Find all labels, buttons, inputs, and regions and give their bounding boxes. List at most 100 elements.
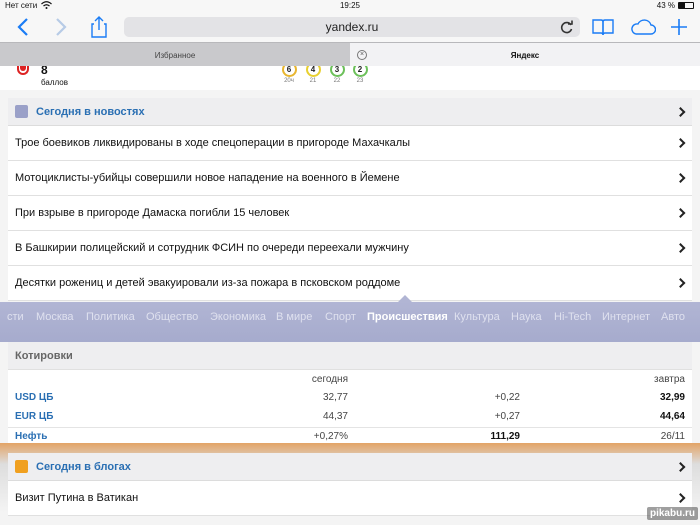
cloud-icon [631, 19, 656, 35]
rubric-tab[interactable]: Наука [511, 311, 542, 323]
forecast-slot: 3 22 [328, 66, 346, 84]
quote-today: 32,77 [322, 392, 348, 403]
close-icon[interactable]: × [357, 50, 367, 60]
quote-name[interactable]: EUR ЦБ [15, 411, 53, 422]
chevron-right-icon [675, 461, 686, 472]
forecast-hour: 22 [333, 78, 341, 84]
rubric-tab[interactable]: сти [7, 311, 24, 323]
share-button[interactable] [86, 15, 112, 39]
news-header-title[interactable]: Сегодня в новостях [36, 106, 145, 118]
forecast-hour: 21 [309, 78, 317, 84]
news-item[interactable]: При взрыве в пригороде Дамаска погибли 1… [8, 196, 692, 231]
rubric-tab[interactable]: Политика [86, 311, 135, 323]
rubric-tab[interactable]: Авто [661, 311, 685, 323]
news-item[interactable]: В Башкирии полицейский и сотрудник ФСИН … [8, 231, 692, 266]
rubric-tab[interactable]: Hi-Tech [554, 311, 591, 323]
address-bar[interactable]: yandex.ru [124, 17, 580, 37]
rubric-tab[interactable]: Культура [454, 311, 500, 323]
rubric-tab[interactable]: В мире [276, 311, 312, 323]
news-headline[interactable]: При взрыве в пригороде Дамаска погибли 1… [15, 207, 289, 219]
battery-fill [679, 3, 686, 8]
quote-today: +0,27% [313, 431, 348, 442]
tab-favorites[interactable]: Избранное [0, 43, 350, 67]
rubric-tab[interactable]: Общество [146, 311, 198, 323]
watermark: pikabu.ru [646, 507, 698, 520]
rubric-tab[interactable]: Экономика [210, 311, 266, 323]
new-tab-button[interactable] [666, 15, 692, 39]
news-icon [15, 105, 28, 118]
blog-icon [15, 460, 28, 473]
blogs-header-title[interactable]: Сегодня в блогах [36, 461, 131, 473]
quotes-column-headers: сегодня завтра [8, 371, 692, 389]
news-headline[interactable]: Мотоциклисты-убийцы совершили новое напа… [15, 172, 400, 184]
chevron-right-icon [675, 208, 686, 218]
rubric-pointer [397, 295, 413, 303]
rubric-tab[interactable]: Происшествия [367, 311, 448, 323]
forecast-hour: 20ч [284, 78, 294, 84]
chevron-right-icon [675, 173, 686, 183]
quote-tomorrow: 32,99 [659, 392, 685, 403]
chevron-right-icon [675, 243, 686, 253]
book-icon [592, 19, 614, 36]
forecast-value: 4 [305, 66, 321, 77]
quote-tomorrow: 26/11 [660, 431, 685, 442]
bookmarks-button[interactable] [590, 15, 616, 39]
column-tomorrow: завтра [654, 374, 685, 385]
news-item[interactable]: Десятки рожениц и детей эвакуировали из-… [8, 266, 692, 301]
quote-row[interactable]: USD ЦБ 32,77 +0,22 32,99 [8, 389, 692, 407]
traffic-score: 8 [41, 66, 48, 77]
back-button[interactable] [10, 15, 36, 39]
quote-name[interactable]: USD ЦБ [15, 392, 53, 403]
quote-tomorrow: 44,64 [659, 411, 685, 422]
chevron-right-icon [675, 138, 686, 148]
clock: 19:25 [339, 1, 361, 10]
url-text[interactable]: yandex.ru [124, 20, 580, 34]
news-headline[interactable]: В Башкирии полицейский и сотрудник ФСИН … [15, 242, 409, 254]
chevron-right-icon [675, 493, 686, 503]
forecast-value: 2 [352, 66, 368, 77]
quote-today: 44,37 [322, 411, 348, 422]
forward-button[interactable] [48, 15, 74, 39]
forecast-hour: 23 [356, 78, 364, 84]
news-headline[interactable]: Трое боевиков ликвидированы в ходе спецо… [15, 137, 410, 149]
traffic-score-label: баллов [41, 78, 68, 87]
battery-percent: 43 % [656, 1, 675, 10]
blog-headline[interactable]: Визит Путина в Ватикан [15, 492, 138, 504]
forecast-slot: 2 23 [351, 66, 369, 84]
browser-toolbar: yandex.ru [0, 12, 700, 42]
reload-icon[interactable] [560, 20, 574, 34]
blogs-header[interactable]: Сегодня в блогах [8, 453, 692, 481]
quote-name[interactable]: Нефть [15, 431, 47, 442]
rubric-tab[interactable]: Спорт [325, 311, 356, 323]
news-header[interactable]: Сегодня в новостях [8, 98, 692, 126]
chevron-right-icon [675, 278, 686, 288]
blogs-block: Сегодня в блогах Визит Путина в Ватикан [8, 453, 692, 516]
column-today: сегодня [311, 374, 348, 385]
tab-label: Яндекс [510, 50, 540, 60]
forecast-value: 6 [281, 66, 297, 77]
news-list: Трое боевиков ликвидированы в ходе спецо… [8, 126, 692, 301]
chevron-right-icon [56, 18, 67, 36]
blogs-list: Визит Путина в Ватикан [8, 481, 692, 516]
status-bar: Нет сети 19:25 43 % [0, 0, 700, 12]
icloud-tabs-button[interactable] [628, 15, 658, 39]
traffic-widget[interactable]: 8 баллов 6 20ч 4 21 3 22 2 23 [0, 66, 700, 90]
battery-icon [678, 2, 694, 9]
forecast-slot: 6 20ч [280, 66, 298, 84]
quotes-block: Котировки сегодня завтра USD ЦБ 32,77 +0,2… [8, 342, 692, 443]
rubric-tab[interactable]: Интернет [602, 311, 650, 323]
blog-item[interactable]: Визит Путина в Ватикан [8, 481, 692, 516]
chevron-right-icon [675, 106, 686, 117]
news-item[interactable]: Мотоциклисты-убийцы совершили новое напа… [8, 161, 692, 196]
plus-icon [671, 19, 687, 35]
quote-change: 111,29 [490, 431, 520, 442]
battery-indicator: 43 % [657, 1, 694, 10]
news-headline[interactable]: Десятки рожениц и детей эвакуировали из-… [15, 277, 400, 289]
tab-yandex[interactable]: × Яндекс [350, 43, 700, 67]
news-item[interactable]: Трое боевиков ликвидированы в ходе спецо… [8, 126, 692, 161]
rubric-tab[interactable]: Москва [36, 311, 74, 323]
traffic-light-icon [17, 66, 29, 75]
share-icon [91, 16, 107, 38]
forecast-value: 3 [329, 66, 345, 77]
quote-row[interactable]: EUR ЦБ 44,37 +0,27 44,64 [8, 408, 692, 426]
